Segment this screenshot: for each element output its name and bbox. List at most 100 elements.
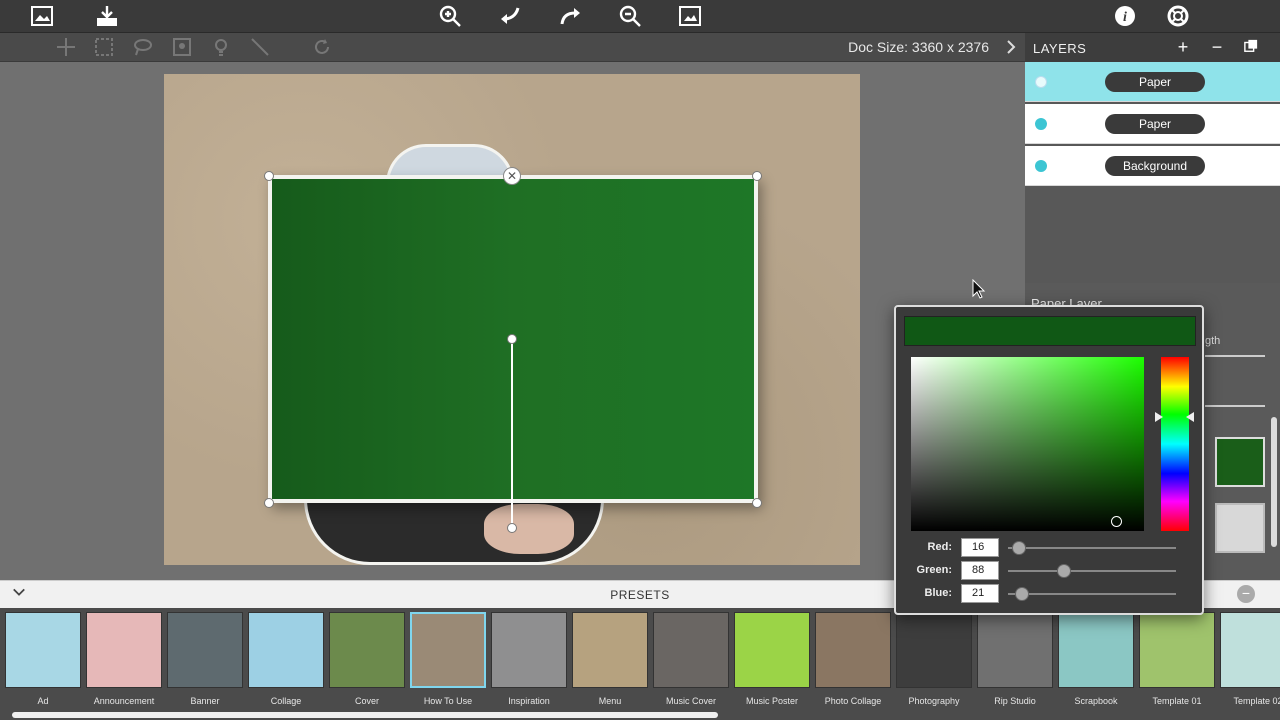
red-label: Red: <box>927 541 952 553</box>
doc-size-label: Doc Size: 3360 x 2376 <box>848 39 989 55</box>
preset-thumbnail[interactable] <box>86 612 162 688</box>
layer-visibility-dot[interactable] <box>1035 76 1047 88</box>
hue-arrow-left-icon[interactable] <box>1155 412 1163 422</box>
preset-item[interactable]: Rip Studio <box>977 612 1053 708</box>
preset-thumbnail[interactable] <box>734 612 810 688</box>
fit-to-screen-icon[interactable] <box>675 2 705 30</box>
preset-thumbnail[interactable] <box>572 612 648 688</box>
chevron-right-icon[interactable] <box>1003 38 1019 56</box>
presets-strip: Ad Announcement Banner Collage Cover How To U… <box>0 608 1280 720</box>
resize-handle-bottom-left[interactable] <box>264 498 274 508</box>
zoom-out-icon[interactable] <box>615 2 645 30</box>
preset-thumbnail[interactable] <box>815 612 891 688</box>
saturation-value-field[interactable] <box>911 357 1144 531</box>
preset-thumbnail[interactable] <box>167 612 243 688</box>
design-board[interactable]: ✕ <box>164 74 860 565</box>
red-slider-thumb[interactable] <box>1012 541 1026 555</box>
layer-row-background[interactable]: Background <box>1025 146 1280 186</box>
red-slider-track[interactable] <box>1008 547 1176 549</box>
preset-thumbnail[interactable] <box>5 612 81 688</box>
blue-slider-thumb[interactable] <box>1015 587 1029 601</box>
rotation-handle[interactable] <box>507 334 517 344</box>
preset-item[interactable]: Cover <box>329 612 405 708</box>
layer-visibility-dot[interactable] <box>1035 118 1047 130</box>
help-lifebuoy-icon[interactable] <box>1163 2 1193 30</box>
undo-icon[interactable] <box>495 2 525 30</box>
preset-item[interactable]: Inspiration <box>491 612 567 708</box>
presets-scrollbar[interactable] <box>12 712 718 718</box>
open-image-icon[interactable] <box>27 2 57 30</box>
preset-item[interactable]: Announcement <box>86 612 162 708</box>
info-icon[interactable]: i <box>1110 2 1140 30</box>
preset-label: Photo Collage <box>824 696 882 706</box>
properties-slider[interactable] <box>1205 355 1265 357</box>
green-slider-track[interactable] <box>1008 570 1176 572</box>
layer-row-paper-2[interactable]: Paper <box>1025 104 1280 144</box>
preset-thumbnail[interactable] <box>977 612 1053 688</box>
svg-text:i: i <box>1123 10 1127 25</box>
resize-handle-top-right[interactable] <box>752 171 762 181</box>
preset-label: Banner <box>190 696 220 706</box>
layers-header: LAYERS + − <box>1025 33 1280 62</box>
preset-item[interactable]: How To Use <box>410 612 486 708</box>
bulb-tool-icon[interactable] <box>211 37 233 59</box>
green-slider-thumb[interactable] <box>1057 564 1071 578</box>
preset-item[interactable]: Music Cover <box>653 612 729 708</box>
redo-icon[interactable] <box>555 2 585 30</box>
preset-thumbnail[interactable] <box>1139 612 1215 688</box>
preset-item[interactable]: Music Poster <box>734 612 810 708</box>
preset-thumbnail[interactable] <box>1058 612 1134 688</box>
preset-item[interactable]: Banner <box>167 612 243 708</box>
preset-label: Music Poster <box>745 696 798 706</box>
rotate-tool-icon[interactable] <box>312 37 334 59</box>
hue-slider[interactable] <box>1161 357 1189 531</box>
preset-thumbnail[interactable] <box>491 612 567 688</box>
preset-thumbnail[interactable] <box>248 612 324 688</box>
preset-item[interactable]: Collage <box>248 612 324 708</box>
properties-slider[interactable] <box>1205 405 1265 407</box>
preset-thumbnail[interactable] <box>329 612 405 688</box>
green-input[interactable]: 88 <box>961 561 999 580</box>
layer-row-paper-1[interactable]: Paper <box>1025 62 1280 102</box>
remove-layer-button[interactable]: − <box>1207 38 1227 58</box>
preset-label: Template 01 <box>1152 696 1202 706</box>
texture-swatch[interactable] <box>1215 503 1265 553</box>
add-layer-button[interactable]: + <box>1173 38 1193 58</box>
preset-item[interactable]: Menu <box>572 612 648 708</box>
layer-visibility-dot[interactable] <box>1035 160 1047 172</box>
preset-label: Cover <box>354 696 379 706</box>
preset-item[interactable]: Template 01 <box>1139 612 1215 708</box>
move-tool-icon[interactable] <box>56 37 78 59</box>
preset-thumbnail[interactable] <box>410 612 486 688</box>
resize-handle-top-left[interactable] <box>264 171 274 181</box>
zoom-in-icon[interactable] <box>435 2 465 30</box>
photo-tool-icon[interactable] <box>172 37 194 59</box>
blue-input[interactable]: 21 <box>961 584 999 603</box>
properties-scrollbar[interactable] <box>1271 417 1277 547</box>
blue-slider-track[interactable] <box>1008 593 1176 595</box>
line-tool-icon[interactable] <box>250 37 272 59</box>
preset-item[interactable]: Photo Collage <box>815 612 891 708</box>
preset-item[interactable]: Scrapbook <box>1058 612 1134 708</box>
preset-thumbnail[interactable] <box>653 612 729 688</box>
duplicate-layer-icon[interactable] <box>1241 38 1261 58</box>
resize-handle-bottom-right[interactable] <box>752 498 762 508</box>
preset-item[interactable]: Photography <box>896 612 972 708</box>
preset-item[interactable]: Template 02 <box>1220 612 1280 708</box>
preset-label: Announcement <box>93 696 155 706</box>
lasso-tool-icon[interactable] <box>133 37 155 59</box>
color-cursor[interactable] <box>1111 516 1122 527</box>
color-picker-popup: Red: 16 Green: 88 Blue: 21 <box>894 305 1204 615</box>
hue-arrow-right-icon[interactable] <box>1186 412 1194 422</box>
layer-name-pill: Background <box>1105 156 1205 176</box>
preset-item[interactable]: Ad <box>5 612 81 708</box>
rect-select-tool-icon[interactable] <box>94 37 116 59</box>
center-bottom-handle[interactable] <box>507 523 517 533</box>
delete-shape-icon[interactable]: ✕ <box>503 167 521 185</box>
preset-thumbnail[interactable] <box>896 612 972 688</box>
save-download-icon[interactable] <box>92 2 122 30</box>
preset-thumbnail[interactable] <box>1220 612 1280 688</box>
red-input[interactable]: 16 <box>961 538 999 557</box>
collapse-minus-icon[interactable]: − <box>1237 585 1255 603</box>
fill-color-swatch[interactable] <box>1215 437 1265 487</box>
